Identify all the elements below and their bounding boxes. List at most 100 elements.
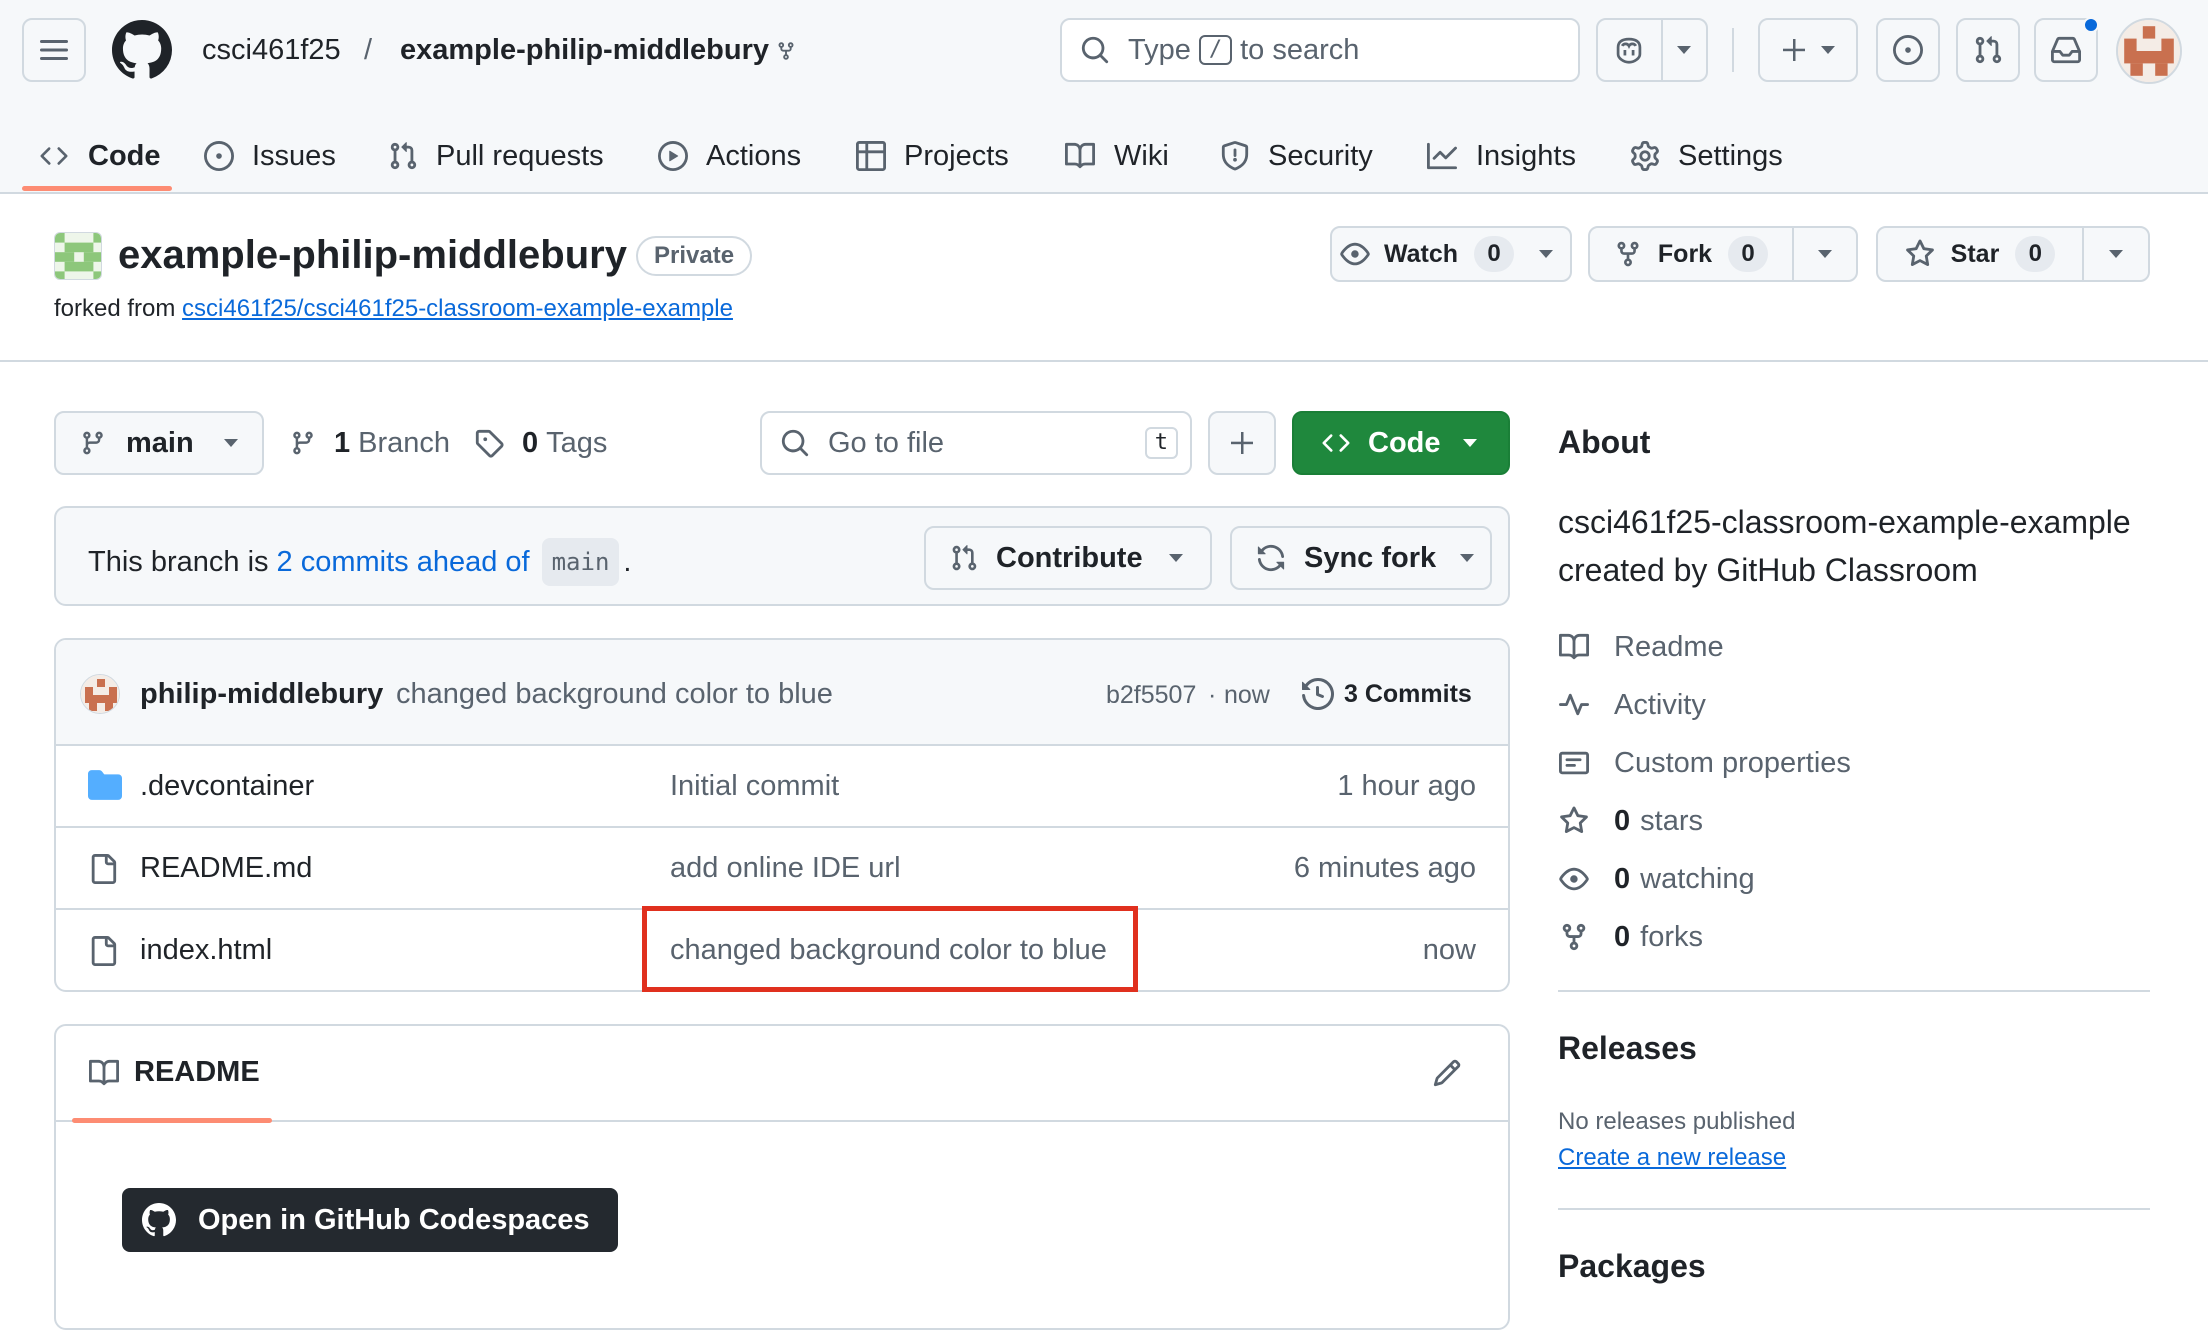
add-file-button[interactable] <box>1208 411 1276 475</box>
create-new-button[interactable] <box>1758 18 1858 82</box>
sidebar-divider <box>1558 990 2150 992</box>
commit-dot: · <box>1208 681 1217 709</box>
file-commit-message[interactable]: Initial commit <box>670 768 839 804</box>
pull-request-icon <box>390 142 417 170</box>
readme-link[interactable]: Readme <box>1558 627 1724 667</box>
tab-pull-requests[interactable]: Pull requests <box>388 118 604 194</box>
fork-small-icon <box>776 40 796 62</box>
branch-status-box: This branch is 2 commits ahead of main .… <box>54 506 1510 606</box>
menu-button[interactable] <box>22 18 86 82</box>
global-header: csci461f25 / example-philip-middlebury T… <box>0 0 2208 194</box>
repo-title[interactable]: example-philip-middlebury <box>118 230 627 280</box>
book-icon <box>1065 142 1096 169</box>
commit-author-avatar[interactable] <box>80 674 120 714</box>
tab-wiki[interactable]: Wiki <box>1064 118 1169 194</box>
branch-select-button[interactable]: main <box>54 411 264 475</box>
about-description: csci461f25-classroom-example-example cre… <box>1558 504 2131 588</box>
search-icon <box>781 429 809 457</box>
commit-author[interactable]: philip-middlebury <box>140 674 383 714</box>
watching-link[interactable]: 0 watching <box>1558 859 1755 899</box>
table-icon <box>856 141 886 171</box>
watch-button[interactable]: Watch 0 <box>1330 226 1572 282</box>
search-icon <box>1081 36 1109 64</box>
commits-ahead-link[interactable]: 2 commits ahead of <box>277 542 530 582</box>
file-name[interactable]: .devcontainer <box>140 768 314 804</box>
pull-requests-button[interactable] <box>1956 18 2020 82</box>
commits-link[interactable]: 3 Commits <box>1302 674 1472 714</box>
issue-opened-icon <box>1893 35 1923 65</box>
star-button[interactable]: Star 0 <box>1876 226 2150 282</box>
commit-hash[interactable]: b2f5507 <box>1106 678 1196 712</box>
copilot-chevron-down-icon[interactable] <box>1663 20 1706 80</box>
issues-button[interactable] <box>1876 18 1940 82</box>
create-release-link[interactable]: Create a new release <box>1558 1144 1786 1172</box>
github-logo-icon[interactable] <box>112 20 172 80</box>
play-icon <box>658 141 688 171</box>
tags-link[interactable]: 0 Tags <box>474 420 607 466</box>
tab-projects[interactable]: Projects <box>856 118 1009 194</box>
user-avatar[interactable] <box>2116 18 2182 84</box>
file-name[interactable]: README.md <box>140 850 312 886</box>
star-count: 0 <box>2015 236 2056 272</box>
code-icon <box>1322 434 1350 452</box>
watch-chevron-down-icon[interactable] <box>1522 228 1570 280</box>
activity-link[interactable]: Activity <box>1558 685 1706 725</box>
issue-icon <box>204 141 234 171</box>
code-icon <box>40 147 68 165</box>
edit-readme-button[interactable] <box>1432 1058 1462 1088</box>
star-icon <box>1905 239 1934 267</box>
readme-header: README <box>56 1026 1508 1122</box>
active-tab-indicator <box>22 186 172 191</box>
sync-fork-button[interactable]: Sync fork <box>1230 526 1492 590</box>
branch-status-text: This branch is 2 commits ahead of main . <box>88 538 631 586</box>
breadcrumb-repo[interactable]: example-philip-middlebury <box>400 30 769 70</box>
header-divider <box>1732 28 1734 72</box>
eye-icon <box>1559 867 1589 891</box>
forks-link[interactable]: 0 forks <box>1558 917 1703 957</box>
gear-icon <box>1631 141 1659 171</box>
copilot-icon[interactable] <box>1598 20 1661 80</box>
tab-settings[interactable]: Settings <box>1630 118 1783 194</box>
table-row[interactable]: README.md add online IDE url 6 minutes a… <box>56 828 1508 910</box>
eye-icon <box>1340 242 1370 266</box>
packages-heading[interactable]: Packages <box>1558 1248 1706 1285</box>
file-commit-message[interactable]: add online IDE url <box>670 850 901 886</box>
tab-insights[interactable]: Insights <box>1426 118 1576 194</box>
commit-message[interactable]: changed background color to blue <box>396 674 833 714</box>
open-codespaces-button[interactable]: Open in GitHub Codespaces <box>122 1188 618 1252</box>
fork-button[interactable]: Fork 0 <box>1588 226 1858 282</box>
releases-heading[interactable]: Releases <box>1558 1030 1697 1067</box>
file-name[interactable]: index.html <box>140 932 272 968</box>
code-dropdown-button[interactable]: Code <box>1292 411 1510 475</box>
fork-chevron-down-icon[interactable] <box>1794 228 1856 280</box>
tab-code[interactable]: Code <box>38 118 161 194</box>
breadcrumb-owner[interactable]: csci461f25 <box>202 30 341 70</box>
global-search-input[interactable]: Type / to search <box>1060 18 1580 82</box>
star-chevron-down-icon[interactable] <box>2084 228 2148 280</box>
chevron-down-icon <box>1462 439 1477 447</box>
base-branch-chip[interactable]: main <box>541 538 620 586</box>
fork-count: 0 <box>1728 236 1769 272</box>
repo-forked-icon <box>1562 923 1586 951</box>
forked-from-link[interactable]: csci461f25/csci461f25-classroom-example-… <box>182 295 733 322</box>
go-to-file-input[interactable]: Go to file t <box>760 411 1192 475</box>
stars-link[interactable]: 0 stars <box>1558 801 1703 841</box>
search-prefix: Type <box>1128 33 1191 66</box>
pull-request-icon <box>952 545 977 571</box>
table-row[interactable]: .devcontainer Initial commit 1 hour ago <box>56 746 1508 828</box>
contribute-button[interactable]: Contribute <box>924 526 1212 590</box>
custom-properties-link[interactable]: Custom properties <box>1558 743 1851 783</box>
sync-icon <box>1257 544 1285 572</box>
shield-icon <box>1221 141 1249 171</box>
notification-dot <box>2083 17 2099 33</box>
tab-issues[interactable]: Issues <box>204 118 336 194</box>
tab-actions[interactable]: Actions <box>658 118 801 194</box>
book-icon <box>89 1059 120 1085</box>
copilot-button[interactable] <box>1596 18 1708 82</box>
readme-tab[interactable]: README <box>88 1056 260 1089</box>
repo-tabs: Code Issues Pull requests Actions Projec… <box>0 118 2208 194</box>
tab-security[interactable]: Security <box>1220 118 1373 194</box>
git-branch-icon <box>293 431 313 455</box>
branches-link[interactable]: 1 Branch <box>290 420 450 466</box>
sidebar-divider <box>1558 1208 2150 1210</box>
